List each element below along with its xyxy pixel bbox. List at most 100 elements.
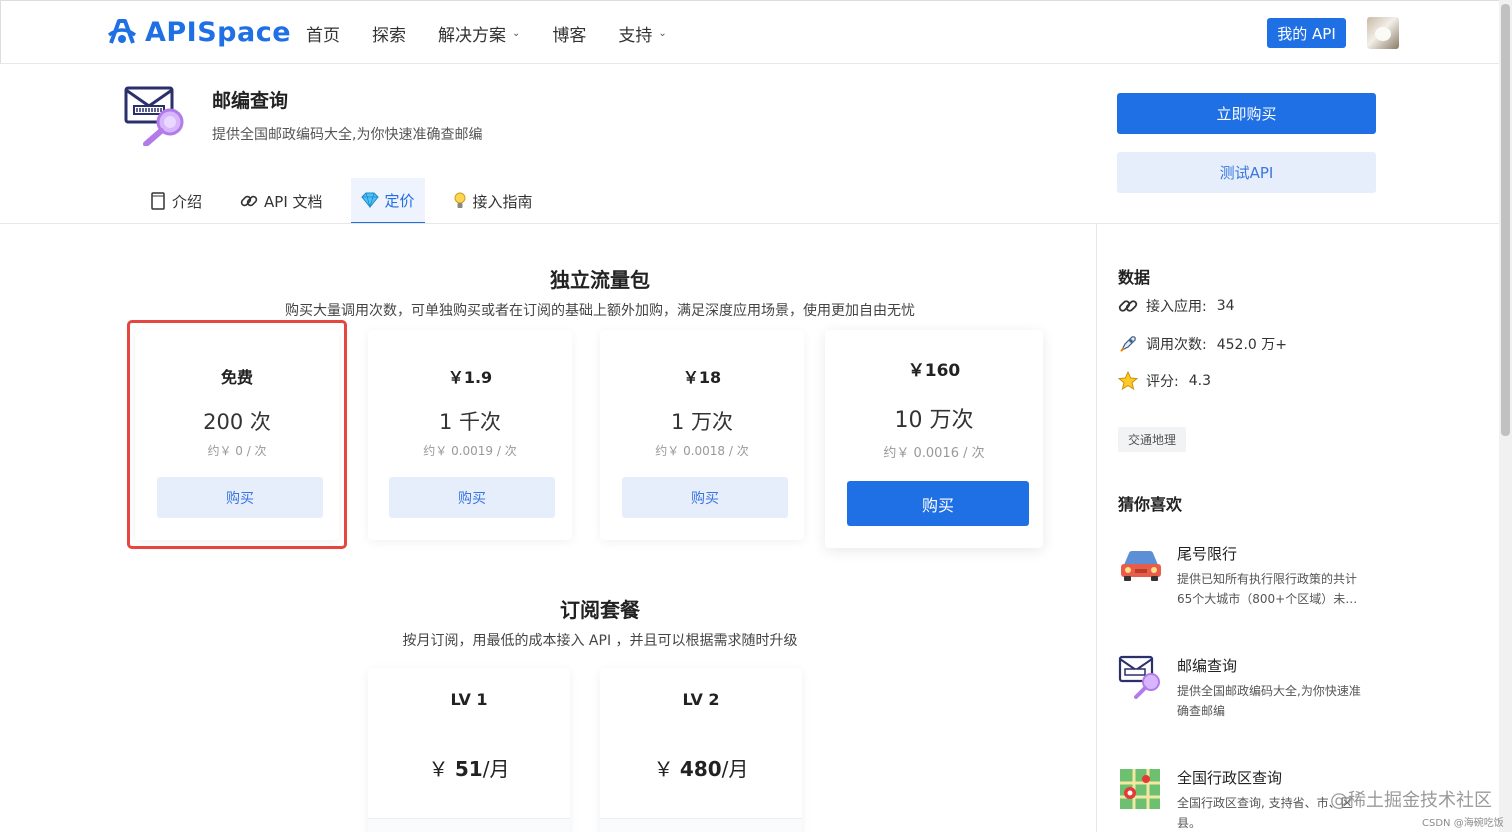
stat-label: 接入应用: (1146, 299, 1207, 315)
product-description: 提供全国邮政编码大全,为你快速准确查邮编 (212, 127, 483, 143)
stat-call-count: 调用次数: 452.0 万+ (1118, 334, 1287, 354)
tab-intro-label: 介绍 (172, 192, 203, 211)
nav-solutions[interactable]: 解决方案 ⌄ (438, 21, 520, 46)
map-icon (1120, 769, 1160, 809)
mail-search-icon (1118, 655, 1160, 699)
plan-price: ￥ 51/月 (368, 753, 570, 782)
rocket-icon (1118, 334, 1138, 354)
stat-value: 34 (1216, 298, 1235, 314)
stat-label: 评分: (1146, 374, 1179, 390)
my-api-button[interactable]: 我的 API (1267, 18, 1346, 48)
package-price: ￥1.9 (447, 368, 493, 387)
nav-explore-label: 探索 (372, 26, 406, 46)
test-api-button[interactable]: 测试API (1117, 152, 1376, 193)
buy-button[interactable]: 购买 (622, 477, 788, 518)
chevron-down-icon: ⌄ (512, 28, 521, 39)
stat-label: 调用次数: (1146, 337, 1207, 353)
mail-search-icon (124, 86, 184, 146)
tab-api-docs-label: API 文档 (264, 192, 323, 211)
bulb-icon (453, 192, 467, 210)
product-tabs: 介绍 API 文档 定价 接入指南 (140, 178, 561, 224)
chevron-down-icon: ⌄ (658, 28, 667, 39)
recommend-title: 全国行政区查询 (1177, 769, 1283, 787)
package-unit-price: 约￥ 0.0016 / 次 (883, 446, 985, 461)
plan-card-lv2: LV 2 ￥ 480/月 (600, 668, 802, 832)
plan-period: /月 (482, 757, 510, 781)
product-title: 邮编查询 (212, 90, 289, 112)
package-card-10k: ￥18 1 万次 约￥ 0.0018 / 次 购买 (600, 330, 804, 540)
package-count: 1 千次 (438, 410, 502, 434)
document-icon (150, 192, 166, 210)
tab-pricing-label: 定价 (384, 191, 415, 210)
data-section-title: 数据 (1118, 268, 1151, 287)
plan-card-footer (600, 818, 802, 832)
nav-support-label: 支持 (618, 26, 653, 46)
plan-level: LV 2 (682, 690, 720, 709)
recommend-title: 邮编查询 (1177, 657, 1238, 675)
star-icon (1118, 371, 1138, 391)
stat-value: 452.0 万+ (1216, 337, 1287, 353)
recommend-section-title: 猜你喜欢 (1118, 495, 1183, 514)
buy-now-button[interactable]: 立即购买 (1117, 93, 1376, 134)
diamond-icon (360, 192, 379, 208)
buy-button[interactable]: 购买 (847, 481, 1029, 526)
car-icon (1121, 551, 1161, 581)
apispace-logo[interactable]: APISpace (105, 15, 291, 49)
nav-home-label: 首页 (306, 26, 340, 46)
package-unit-price: 约￥ 0.0018 / 次 (655, 444, 749, 458)
top-navigation-bar: APISpace 首页 探索 解决方案 ⌄ 博客 支持 ⌄ 我的 API (0, 0, 1512, 64)
logo-text: APISpace (145, 16, 292, 48)
stat-value: 4.3 (1188, 373, 1211, 389)
tab-pricing[interactable]: 定价 (350, 178, 425, 224)
plan-price: ￥ 480/月 (600, 753, 802, 782)
package-card-1k: ￥1.9 1 千次 约￥ 0.0019 / 次 购买 (368, 330, 572, 540)
nav-blog[interactable]: 博客 (552, 21, 586, 46)
stat-connected-apps: 接入应用: 34 (1118, 296, 1235, 316)
subscription-section-title: 订阅套餐 (560, 598, 640, 622)
nav-support[interactable]: 支持 ⌄ (618, 21, 666, 46)
nav-home[interactable]: 首页 (306, 21, 340, 46)
plan-level: LV 1 (450, 690, 488, 709)
plan-amount: 480 (679, 757, 722, 781)
category-tag[interactable]: 交通地理 (1118, 427, 1187, 452)
package-price: ￥160 (907, 361, 961, 381)
recommend-title: 尾号限行 (1177, 545, 1238, 563)
plan-currency: ￥ (653, 757, 674, 781)
link-icon (240, 192, 258, 210)
link-icon (1118, 296, 1138, 316)
tab-api-docs[interactable]: API 文档 (230, 178, 333, 224)
recommend-description: 提供全国邮政编码大全,为你快速准确查邮编 (1177, 684, 1361, 718)
nav-explore[interactable]: 探索 (372, 21, 406, 46)
package-count: 10 万次 (894, 408, 974, 433)
nav-blog-label: 博客 (552, 26, 587, 46)
apispace-logo-icon (107, 19, 137, 44)
sidebar-divider (1096, 224, 1097, 832)
package-price: ￥18 (682, 368, 722, 387)
recommend-item-postcode[interactable]: 邮编查询 提供全国邮政编码大全,为你快速准确查邮编 (1118, 655, 1378, 735)
subscription-section-subtitle: 按月订阅，用最低的成本接入 API ，并且可以根据需求随时升级 (402, 633, 798, 649)
plan-period: /月 (721, 757, 749, 781)
package-unit-price: 约￥ 0.0019 / 次 (423, 444, 517, 458)
scrollbar-thumb[interactable] (1501, 4, 1510, 436)
traffic-section-subtitle: 购买大量调用次数，可单独购买或者在订阅的基础上额外加购，满足深度应用场景，使用更… (285, 303, 915, 319)
user-avatar[interactable] (1367, 17, 1399, 49)
plan-amount: 51 (454, 757, 483, 781)
plan-card-footer (368, 818, 570, 832)
tab-guide-label: 接入指南 (472, 192, 533, 211)
tab-intro[interactable]: 介绍 (140, 178, 212, 224)
buy-button[interactable]: 购买 (389, 477, 555, 518)
traffic-section-title: 独立流量包 (550, 268, 650, 292)
plan-card-lv1: LV 1 ￥ 51/月 (368, 668, 570, 832)
page-scrollbar[interactable] (1499, 0, 1512, 832)
recommend-description: 提供已知所有执行限行政策的共计65个大城市（800+个区域）未… (1177, 572, 1358, 606)
recommend-item-plate-limit[interactable]: 尾号限行 提供已知所有执行限行政策的共计65个大城市（800+个区域）未… (1118, 543, 1378, 623)
main-nav: 首页 探索 解决方案 ⌄ 博客 支持 ⌄ (306, 21, 699, 46)
highlight-frame (127, 320, 347, 549)
watermark-small-text: CSDN @海碗吃饭 (1422, 818, 1504, 829)
tab-guide[interactable]: 接入指南 (443, 178, 543, 224)
stat-rating: 评分: 4.3 (1118, 371, 1211, 391)
package-card-100k: ￥160 10 万次 约￥ 0.0016 / 次 购买 (825, 330, 1043, 548)
nav-solutions-label: 解决方案 (438, 26, 506, 46)
package-count: 1 万次 (670, 410, 734, 434)
watermark-text: @稀土掘金技术社区 (1330, 790, 1492, 811)
